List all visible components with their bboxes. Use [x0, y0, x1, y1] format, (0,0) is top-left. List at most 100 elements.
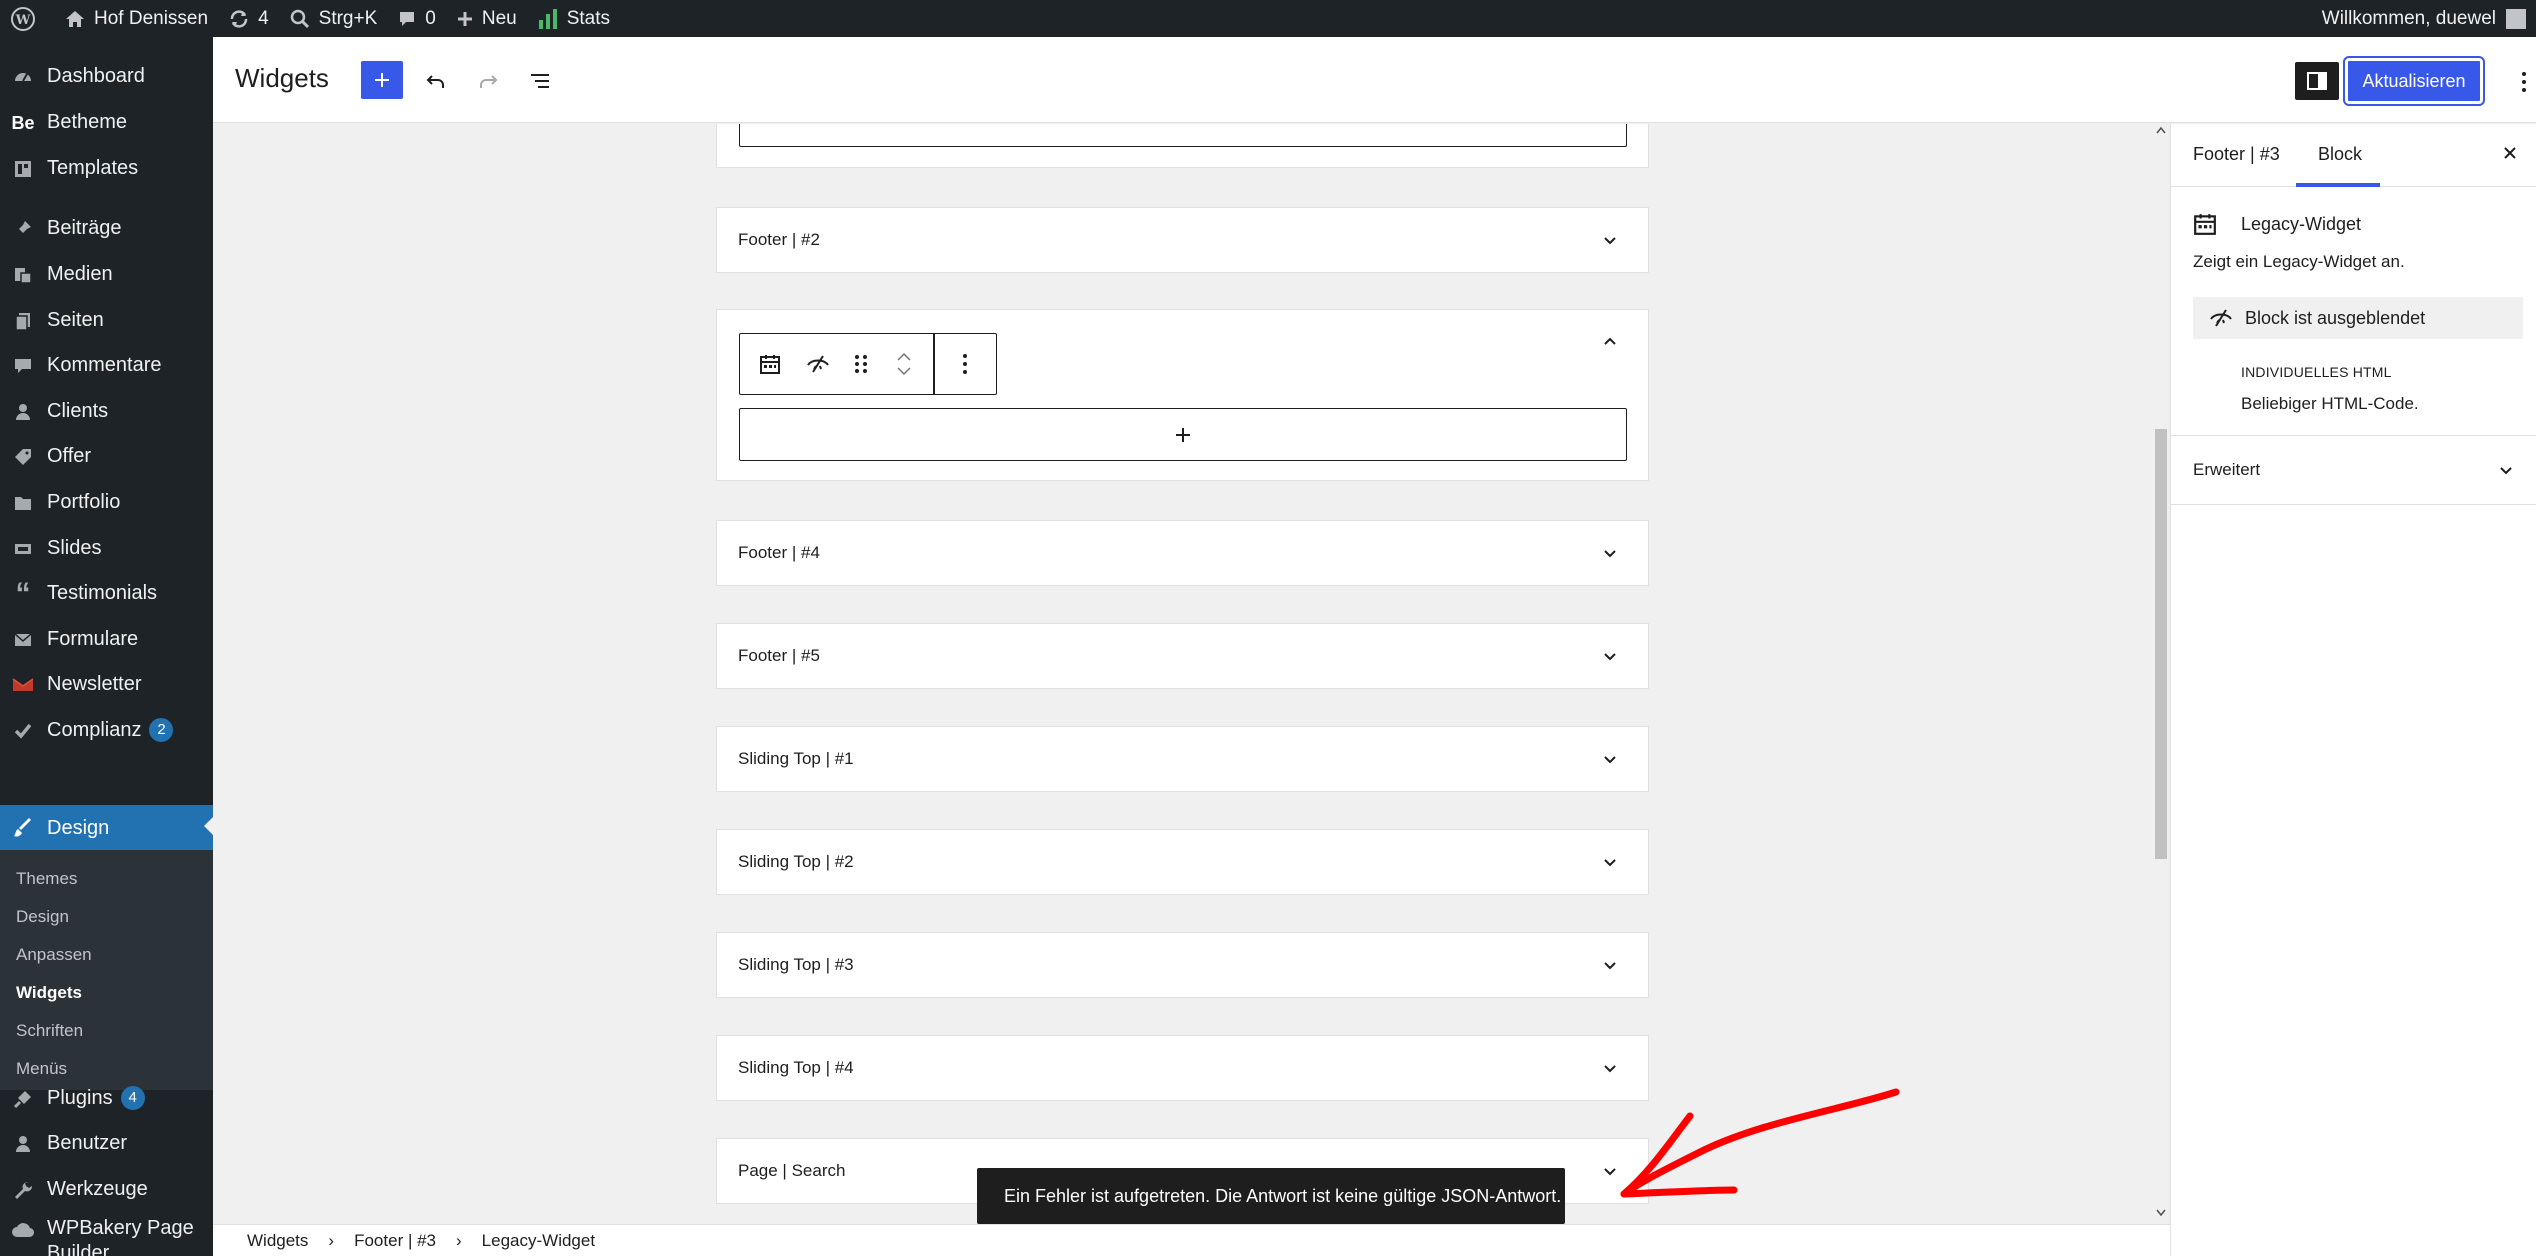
widget-area-sliding-top-3[interactable]: Sliding Top | #3 — [716, 932, 1649, 998]
sidebar-item-design[interactable]: Design — [0, 805, 213, 851]
new-content-link[interactable]: Neu — [446, 0, 527, 37]
sidebar-item-kommentare[interactable]: Kommentare — [0, 345, 213, 385]
scroll-up-arrow-icon[interactable] — [2156, 126, 2166, 134]
scrollbar-thumb[interactable] — [2155, 429, 2167, 859]
widget-area-footer-5[interactable]: Footer | #5 — [716, 623, 1649, 689]
sidebar-item-betheme[interactable]: Be Betheme — [0, 102, 213, 142]
settings-tabs: Footer | #3 Block — [2171, 124, 2536, 187]
settings-sidebar: Footer | #3 Block Legacy-Widget Zeigt ei… — [2170, 124, 2536, 1256]
chevron-up-icon[interactable] — [894, 350, 914, 364]
site-name-link[interactable]: Hof Denissen — [54, 0, 218, 37]
block-appender-button[interactable] — [739, 408, 1627, 461]
canvas-scrollbar[interactable] — [2152, 124, 2168, 1224]
advanced-panel-toggle[interactable]: Erweitert — [2171, 436, 2536, 504]
admin-bar: W Hof Denissen 4 Strg+K 0 Neu Stats Will… — [0, 0, 2536, 37]
stats-link[interactable]: Stats — [527, 0, 620, 37]
eye-hidden-icon — [807, 355, 829, 373]
submenu-widgets[interactable]: Widgets — [16, 983, 82, 1003]
user-icon — [12, 1133, 34, 1155]
block-type-button[interactable] — [750, 334, 790, 394]
widget-area-sliding-top-1[interactable]: Sliding Top | #1 — [716, 726, 1649, 792]
updates-link[interactable]: 4 — [218, 0, 279, 37]
sidebar-item-testimonials[interactable]: “ Testimonials — [0, 573, 213, 613]
sidebar-item-complianz[interactable]: Complianz 2 — [0, 710, 213, 750]
close-icon[interactable] — [2501, 144, 2519, 162]
widget-area-title: Footer | #2 — [738, 230, 820, 249]
command-search[interactable]: Strg+K — [279, 0, 388, 37]
sidebar-item-newsletter[interactable]: Newsletter — [0, 664, 213, 704]
chevron-down-icon — [1604, 237, 1616, 245]
sidebar-item-formulare[interactable]: Formulare — [0, 619, 213, 659]
wordpress-logo[interactable]: W — [0, 0, 54, 37]
settings-sidebar-toggle[interactable] — [2295, 62, 2339, 100]
undo-button[interactable] — [416, 61, 456, 101]
drag-handle[interactable] — [846, 334, 876, 394]
plus-icon — [457, 11, 472, 26]
sidebar-item-plugins[interactable]: Plugins 4 — [0, 1078, 213, 1118]
brush-icon — [12, 817, 34, 839]
redo-icon — [480, 75, 498, 88]
widget-area-sliding-top-4[interactable]: Sliding Top | #4 — [716, 1035, 1649, 1101]
block-visibility-button[interactable] — [798, 334, 838, 394]
submenu-schriften[interactable]: Schriften — [16, 1021, 83, 1041]
widget-area-footer-4[interactable]: Footer | #4 — [716, 520, 1649, 586]
error-snackbar[interactable]: Ein Fehler ist aufgetreten. Die Antwort … — [977, 1168, 1565, 1224]
redo-button[interactable] — [468, 61, 508, 101]
sidebar-item-label: Offer — [47, 444, 92, 467]
submenu-themes[interactable]: Themes — [16, 869, 77, 889]
submenu-design[interactable]: Design — [16, 907, 69, 927]
breadcrumb-item-widgets[interactable]: Widgets — [247, 1231, 308, 1251]
search-shortcut: Strg+K — [318, 7, 378, 29]
sidebar-item-wpbakery[interactable]: WPBakery Page Builder — [0, 1215, 213, 1256]
admin-sidebar: Dashboard Be Betheme Templates Beiträge M… — [0, 37, 213, 1256]
sidebar-item-werkzeuge[interactable]: Werkzeuge — [0, 1169, 213, 1209]
quote-icon: “ — [15, 577, 31, 610]
chevron-down-icon — [1604, 653, 1616, 661]
block-appender-partial[interactable] — [739, 124, 1627, 147]
sidebar-item-beitraege[interactable]: Beiträge — [0, 208, 213, 248]
sidebar-item-label: Plugins — [47, 1086, 113, 1109]
betheme-logo-icon: Be — [11, 112, 35, 133]
widget-area-footer-2[interactable]: Footer | #2 — [716, 207, 1649, 273]
complianz-badge: 2 — [149, 718, 174, 742]
block-inserter-button[interactable] — [361, 61, 403, 99]
sidebar-item-offer[interactable]: Offer — [0, 436, 213, 476]
chevron-up-icon[interactable] — [1600, 332, 1620, 352]
my-account[interactable]: Willkommen, duewel — [2322, 8, 2536, 30]
block-options-button[interactable] — [940, 334, 990, 394]
widget-area-sliding-top-2[interactable]: Sliding Top | #2 — [716, 829, 1649, 895]
submenu-anpassen[interactable]: Anpassen — [16, 945, 92, 965]
widget-area-title: Sliding Top | #1 — [738, 749, 854, 768]
sidebar-item-medien[interactable]: Medien — [0, 254, 213, 294]
sidebar-item-portfolio[interactable]: Portfolio — [0, 482, 213, 522]
update-button[interactable]: Aktualisieren — [2343, 56, 2485, 106]
sidebar-item-slides[interactable]: Slides — [0, 528, 213, 568]
sidebar-item-label: Werkzeuge — [47, 1177, 148, 1200]
sidebar-item-templates[interactable]: Templates — [0, 148, 213, 188]
list-view-button[interactable] — [520, 61, 560, 101]
tab-widget-area[interactable]: Footer | #3 — [2193, 144, 2280, 165]
move-buttons[interactable] — [884, 334, 924, 394]
mail-icon — [12, 629, 34, 651]
comments-link[interactable]: 0 — [387, 0, 446, 37]
more-vertical-icon — [963, 354, 967, 374]
tab-block[interactable]: Block — [2318, 144, 2362, 165]
active-tab-indicator — [2296, 183, 2380, 187]
widget-area-title: Sliding Top | #3 — [738, 955, 854, 974]
sidebar-item-label: Complianz — [47, 718, 142, 741]
options-menu-button[interactable] — [2509, 63, 2536, 101]
submenu-menues[interactable]: Menüs — [16, 1059, 67, 1079]
sidebar-item-dashboard[interactable]: Dashboard — [0, 56, 213, 96]
scroll-down-arrow-icon[interactable] — [2156, 1209, 2166, 1217]
sidebar-item-benutzer[interactable]: Benutzer — [0, 1123, 213, 1163]
sidebar-item-seiten[interactable]: Seiten — [0, 300, 213, 340]
comment-icon — [12, 355, 34, 377]
breadcrumb-item-block[interactable]: Legacy-Widget — [482, 1231, 595, 1251]
sidebar-item-label: Testimonials — [47, 581, 158, 604]
design-submenu: Themes Design Anpassen Widgets Schriften… — [0, 850, 213, 1090]
sidebar-item-label: Betheme — [47, 110, 128, 133]
sidebar-item-clients[interactable]: Clients — [0, 391, 213, 431]
breadcrumb-item-area[interactable]: Footer | #3 — [354, 1231, 436, 1251]
svg-text:W: W — [15, 13, 31, 28]
chevron-down-icon[interactable] — [894, 364, 914, 378]
